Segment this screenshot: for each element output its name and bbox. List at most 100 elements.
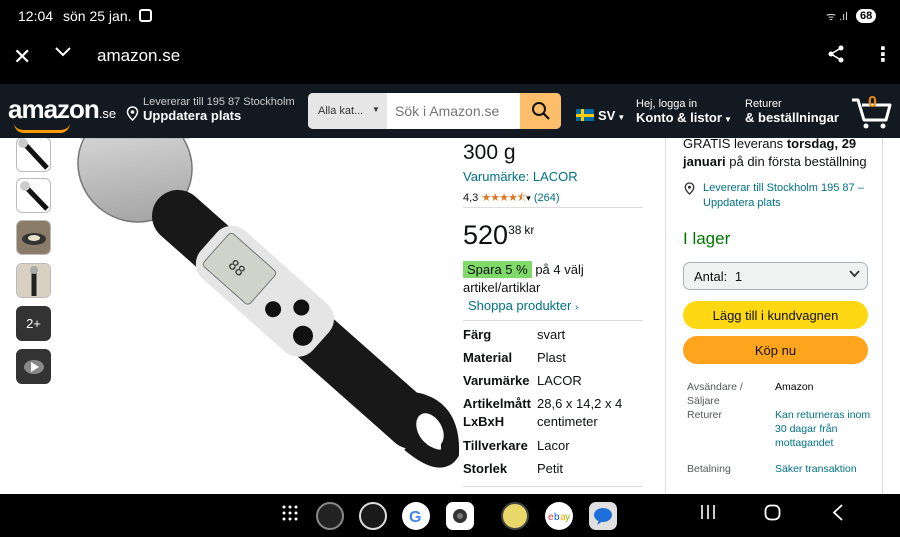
spec-value: svart bbox=[537, 327, 566, 342]
thumbnail-image[interactable] bbox=[16, 138, 51, 172]
logo-smile-icon bbox=[14, 123, 70, 133]
spec-key: Varumärke bbox=[463, 373, 530, 388]
status-date: sön 25 jan. bbox=[63, 8, 132, 24]
info-key: Returer bbox=[687, 409, 723, 421]
price-currency: kr bbox=[524, 223, 535, 237]
apps-grid-icon[interactable] bbox=[282, 505, 298, 526]
qty-label: Antal: bbox=[694, 269, 728, 284]
spec-value: Lacor bbox=[537, 438, 570, 453]
video-thumbnail[interactable] bbox=[16, 349, 51, 384]
back-icon[interactable] bbox=[831, 504, 845, 526]
payment-link[interactable]: Säker transaktion bbox=[775, 462, 875, 476]
flag-se-icon bbox=[576, 109, 594, 121]
rating-count[interactable]: (264) bbox=[534, 192, 560, 204]
spec-key: Tillverkare bbox=[463, 438, 528, 453]
more-images-button[interactable]: 2+ bbox=[16, 306, 51, 341]
cart-button[interactable]: 0 bbox=[850, 92, 894, 132]
spec-value: Petit bbox=[537, 461, 564, 476]
price-whole: 520 bbox=[463, 220, 509, 250]
caret-down-icon: ▼ bbox=[723, 115, 732, 124]
info-key: Avsändare / Säljare bbox=[687, 381, 743, 407]
category-label: Alla kat... bbox=[318, 105, 364, 117]
share-icon[interactable] bbox=[826, 44, 846, 70]
price-fraction: 38 bbox=[508, 223, 522, 237]
svg-text:y: y bbox=[565, 512, 570, 523]
add-to-cart-button[interactable]: Lägg till i kundvagnen bbox=[683, 301, 868, 329]
spec-key: Storlek bbox=[463, 461, 508, 476]
spec-key: Material bbox=[463, 350, 513, 365]
svg-text:G: G bbox=[409, 509, 421, 526]
home-icon[interactable] bbox=[764, 504, 781, 526]
deal-info: Spara 5 % på 4 välj artikel/artiklar bbox=[463, 261, 643, 297]
thumbnail-image[interactable] bbox=[16, 178, 51, 213]
messages-app-icon[interactable] bbox=[589, 502, 617, 530]
location-pin-icon bbox=[126, 106, 139, 123]
ebay-app-icon[interactable]: ebay bbox=[545, 502, 573, 530]
product-page: 2+ 88 300 g Varumärke: LACOR 4,3 ★★★★⯪▾ … bbox=[0, 138, 900, 494]
spec-key: Artikelmått LxBxH bbox=[463, 396, 531, 429]
buy-now-button[interactable]: Köp nu bbox=[683, 336, 868, 364]
compass-app-icon[interactable] bbox=[501, 502, 529, 530]
cart-count: 0 bbox=[868, 94, 877, 111]
recent-apps-icon[interactable] bbox=[700, 504, 716, 525]
logo-text: amazon bbox=[8, 94, 100, 124]
free-suffix: på din första beställning bbox=[729, 154, 867, 169]
free-delivery-text: GRATIS leverans torsdag, 29 januari på d… bbox=[683, 138, 878, 171]
account-menu[interactable]: Hej, logga in Konto & listor ▼ bbox=[636, 98, 732, 126]
close-icon[interactable]: ✕ bbox=[13, 44, 31, 70]
address-text: Levererar till Stockholm 195 87 – Uppdat… bbox=[703, 182, 864, 209]
chevron-down-icon[interactable] bbox=[54, 42, 72, 66]
account-line2: Konto & listor bbox=[636, 110, 722, 125]
brand-link[interactable]: Varumärke: LACOR bbox=[463, 169, 578, 184]
price: 52038 kr bbox=[463, 220, 534, 251]
chevron-down-icon: ▾ bbox=[526, 193, 531, 203]
shop-products-link[interactable]: Shoppa produkter › bbox=[468, 298, 578, 313]
logo-suffix: .se bbox=[98, 106, 117, 121]
returns-line2: & beställningar bbox=[745, 110, 839, 125]
search-icon bbox=[531, 102, 550, 120]
thumbnail-image[interactable] bbox=[16, 263, 51, 298]
returns-link[interactable]: Kan returneras inom 30 dagar från mottag… bbox=[775, 408, 875, 450]
play-icon bbox=[23, 359, 44, 374]
search-input[interactable] bbox=[387, 93, 520, 129]
quantity-select[interactable]: Antal: 1 bbox=[683, 262, 868, 290]
divider bbox=[463, 320, 643, 321]
status-bar: 12:04 sön 25 jan. ᯤ .ıl 68 bbox=[0, 0, 900, 32]
language-selector[interactable]: SV ▼ bbox=[576, 108, 625, 123]
deal-badge: Spara 5 % bbox=[463, 261, 532, 278]
browser-toolbar: ✕ amazon.se ⋮ bbox=[0, 32, 900, 84]
search-category-select[interactable]: Alla kat... ▼ bbox=[308, 93, 387, 129]
stock-status: I lager bbox=[683, 229, 731, 248]
shop-link-label: Shoppa produkter bbox=[468, 298, 572, 313]
location-pin-icon bbox=[684, 182, 695, 199]
divider bbox=[463, 207, 643, 208]
status-time: 12:04 bbox=[18, 8, 54, 24]
chevron-right-icon: › bbox=[574, 302, 579, 313]
url-text[interactable]: amazon.se bbox=[97, 46, 180, 66]
product-title: 300 g bbox=[463, 141, 516, 164]
free-prefix: GRATIS leverans bbox=[683, 138, 784, 151]
divider bbox=[463, 486, 643, 487]
more-icon[interactable]: ⋮ bbox=[873, 42, 893, 67]
info-key: Betalning bbox=[687, 463, 731, 475]
screenshot-icon bbox=[139, 9, 152, 22]
star-rating-icon: ★★★★⯪ bbox=[481, 192, 527, 204]
thumbnail-image[interactable] bbox=[16, 220, 51, 255]
search-bar: Alla kat... ▼ bbox=[308, 93, 561, 129]
product-image[interactable]: 88 bbox=[50, 138, 460, 478]
buy-box: GRATIS leverans torsdag, 29 januari på d… bbox=[665, 138, 883, 494]
language-label: SV bbox=[598, 108, 616, 123]
system-navigation-bar: G ebay bbox=[0, 494, 900, 537]
google-app-icon[interactable]: G bbox=[402, 502, 430, 530]
camera-app-icon[interactable] bbox=[446, 502, 474, 530]
sl-app-icon[interactable] bbox=[359, 502, 387, 530]
delivery-address-link[interactable]: Levererar till Stockholm 195 87 – Uppdat… bbox=[684, 181, 874, 211]
settings-app-icon[interactable] bbox=[316, 502, 344, 530]
caret-down-icon: ▼ bbox=[372, 105, 380, 114]
rating-row[interactable]: 4,3 ★★★★⯪▾ (264) bbox=[463, 189, 560, 208]
returns-orders[interactable]: Returer & beställningar bbox=[745, 98, 839, 126]
search-button[interactable] bbox=[520, 93, 561, 129]
signal-icon: ᯤ .ıl bbox=[826, 11, 848, 23]
amazon-logo[interactable]: amazon.se bbox=[8, 94, 117, 133]
rating-value: 4,3 bbox=[463, 192, 479, 204]
